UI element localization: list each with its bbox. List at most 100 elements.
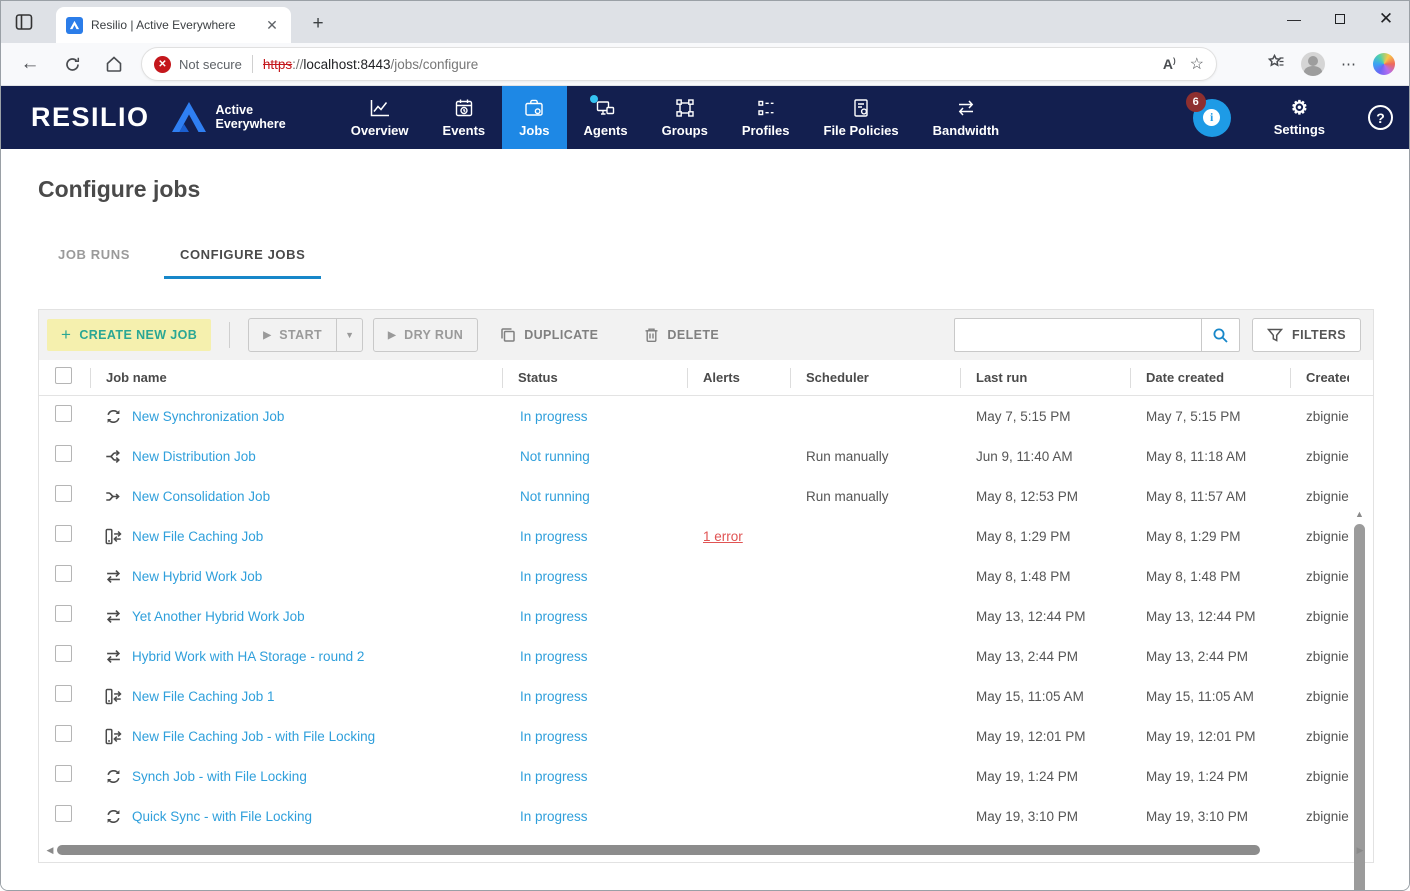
scroll-left-icon[interactable]: ◀ [43,843,57,857]
nav-item-agents[interactable]: Agents [567,86,645,149]
job-status-link[interactable]: In progress [520,409,588,424]
row-checkbox[interactable] [55,805,72,822]
nav-item-settings[interactable]: ⚙ Settings [1257,99,1342,137]
job-status-link[interactable]: In progress [520,649,588,664]
search-button[interactable] [1201,319,1239,351]
tab-job-runs[interactable]: JOB RUNS [42,238,146,279]
back-icon[interactable]: ← [15,49,45,79]
profile-avatar[interactable] [1301,52,1325,76]
refresh-icon[interactable] [57,49,87,79]
job-name-link[interactable]: New File Caching Job - with File Locking [132,729,375,744]
filters-button[interactable]: FILTERS [1252,318,1361,352]
copilot-icon[interactable] [1373,53,1395,75]
column-header-scheduler[interactable]: Scheduler [790,368,960,388]
job-name-link[interactable]: New Consolidation Job [132,489,270,504]
window-minimize-button[interactable]: — [1271,1,1317,37]
column-header-status[interactable]: Status [502,368,687,388]
favorite-star-icon[interactable]: ☆ [1190,54,1204,74]
select-all-checkbox[interactable] [55,367,72,384]
vertical-scrollbar-thumb[interactable] [1354,524,1365,891]
nav-item-bandwidth[interactable]: Bandwidth [916,86,1016,149]
home-icon[interactable] [99,49,129,79]
jobs-toolbar: + CREATE NEW JOB ▶ START ▼ ▶ DRY RUN [39,310,1373,360]
page-title: Configure jobs [38,176,200,203]
read-aloud-icon[interactable]: A) [1163,56,1176,72]
row-checkbox[interactable] [55,605,72,622]
nav-item-events[interactable]: Events [426,86,503,149]
job-status-link[interactable]: In progress [520,809,588,824]
job-name-link[interactable]: New File Caching Job 1 [132,689,275,704]
horizontal-scrollbar-thumb[interactable] [57,845,1260,855]
row-checkbox[interactable] [55,725,72,742]
job-name-link[interactable]: New Hybrid Work Job [132,569,262,584]
job-alerts-link[interactable]: 1 error [703,529,743,544]
create-new-job-button[interactable]: + CREATE NEW JOB [47,319,211,351]
column-header-alerts[interactable]: Alerts [687,368,790,388]
nav-item-groups[interactable]: Groups [645,86,725,149]
delete-button[interactable]: DELETE [630,318,733,352]
search-input[interactable] [955,319,1201,351]
job-status-link[interactable]: In progress [520,529,588,544]
not-secure-label[interactable]: Not secure [179,57,242,72]
nav-item-profiles[interactable]: Profiles [725,86,807,149]
job-name-link[interactable]: Hybrid Work with HA Storage - round 2 [132,649,364,664]
job-name-link[interactable]: Yet Another Hybrid Work Job [132,609,305,624]
browser-window: Resilio | Active Everywhere ✕ + — ✕ ← ✕ … [0,0,1410,891]
scroll-right-icon[interactable]: ▶ [1353,843,1367,857]
collections-icon[interactable] [1265,52,1285,77]
job-name-link[interactable]: New File Caching Job [132,529,263,544]
job-status-link[interactable]: In progress [520,689,588,704]
browser-tab[interactable]: Resilio | Active Everywhere ✕ [56,7,291,43]
row-checkbox[interactable] [55,405,72,422]
job-status-link[interactable]: In progress [520,569,588,584]
job-name-link[interactable]: Quick Sync - with File Locking [132,809,312,824]
job-name-link[interactable]: New Distribution Job [132,449,256,464]
row-checkbox[interactable] [55,445,72,462]
url-text[interactable]: https://localhost:8443/jobs/configure [263,57,1163,72]
help-button[interactable]: ? [1368,105,1393,130]
window-close-button[interactable]: ✕ [1363,1,1409,37]
job-status-link[interactable]: In progress [520,769,588,784]
job-status-link[interactable]: Not running [520,489,590,504]
job-last-run: May 8, 12:53 PM [960,489,1130,504]
job-status-link[interactable]: In progress [520,729,588,744]
nav-item-file-policies[interactable]: File Policies [807,86,916,149]
vertical-scrollbar[interactable]: ▲ ▼ [1352,508,1367,891]
new-tab-button[interactable]: + [306,13,330,37]
distribution-job-icon [105,448,122,465]
row-checkbox[interactable] [55,765,72,782]
start-dropdown-button[interactable]: ▼ [336,319,362,351]
job-date-created: May 13, 12:44 PM [1130,609,1290,624]
tab-configure-jobs[interactable]: CONFIGURE JOBS [164,238,321,279]
column-header-last-run[interactable]: Last run [960,368,1130,388]
tab-close-icon[interactable]: ✕ [263,16,281,34]
tab-layout-icon[interactable] [13,11,35,33]
table-row: Quick Sync - with File Locking In progres… [39,796,1373,836]
notifications-button[interactable]: 6 i [1193,99,1231,137]
job-name-link[interactable]: New Synchronization Job [132,409,284,424]
job-status-link[interactable]: In progress [520,609,588,624]
column-header-job-name[interactable]: Job name [90,368,502,388]
not-secure-icon[interactable]: ✕ [154,56,171,73]
row-checkbox[interactable] [55,485,72,502]
job-date-created: May 19, 12:01 PM [1130,729,1290,744]
row-checkbox[interactable] [55,685,72,702]
row-checkbox[interactable] [55,645,72,662]
address-url-field[interactable]: ✕ Not secure https://localhost:8443/jobs… [141,47,1217,81]
nav-item-jobs[interactable]: Jobs [502,86,566,149]
row-checkbox[interactable] [55,565,72,582]
row-checkbox[interactable] [55,525,72,542]
column-header-created-by[interactable]: Created by [1290,368,1349,388]
duplicate-button[interactable]: DUPLICATE [486,318,612,352]
start-button[interactable]: ▶ START [249,319,336,351]
nav-item-overview[interactable]: Overview [334,86,426,149]
dry-run-button[interactable]: ▶ DRY RUN [373,318,478,352]
window-maximize-button[interactable] [1317,1,1363,37]
browser-menu-icon[interactable]: ⋯ [1341,55,1357,73]
horizontal-scrollbar[interactable]: ◀ ▶ [39,842,1373,858]
briefcase-icon [524,98,544,118]
column-header-date-created[interactable]: Date created [1130,368,1290,388]
job-status-link[interactable]: Not running [520,449,590,464]
scroll-up-icon[interactable]: ▲ [1352,508,1367,520]
job-name-link[interactable]: Synch Job - with File Locking [132,769,307,784]
